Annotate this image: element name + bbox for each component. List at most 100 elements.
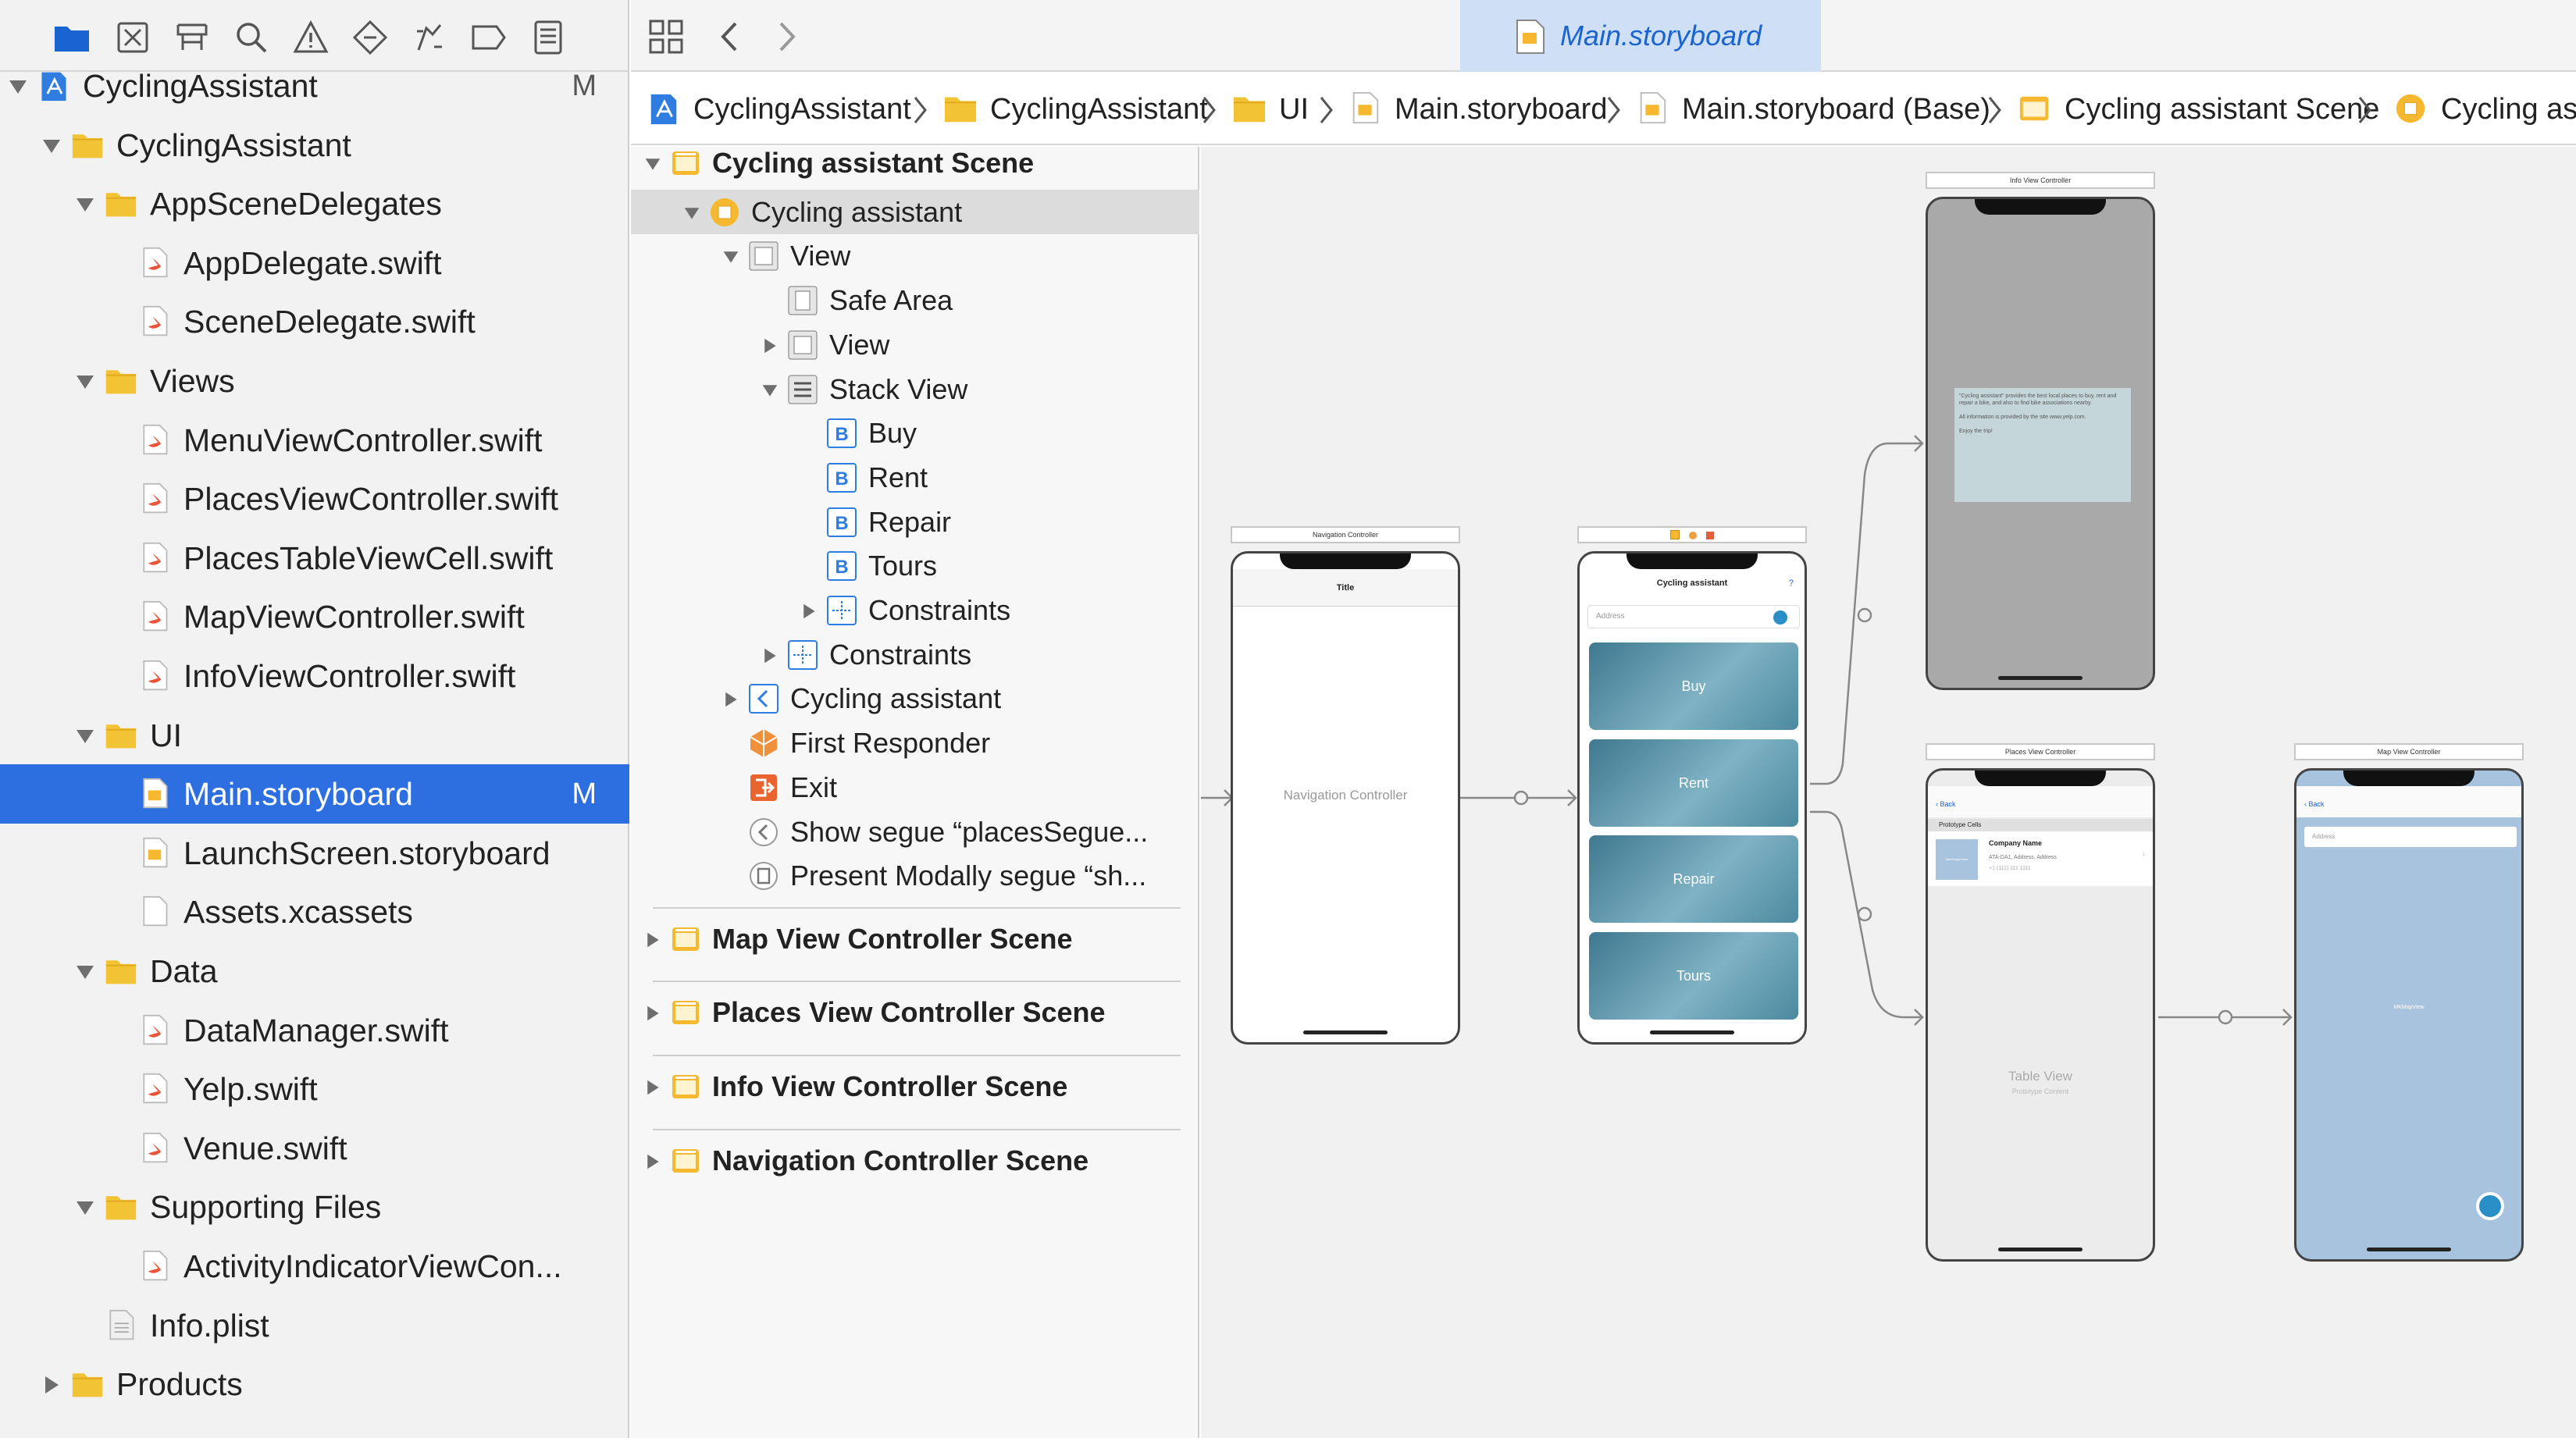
- outline-row[interactable]: Constraints: [631, 632, 1199, 677]
- breadcrumb-chevron-icon: [2358, 97, 2371, 123]
- repair-button[interactable]: Repair: [1589, 835, 1798, 923]
- outline-scene-row[interactable]: Cycling assistant Scene: [631, 141, 1199, 185]
- disclosure-triangle-closed-icon[interactable]: [643, 1079, 662, 1096]
- xcode-project-icon: [650, 94, 677, 125]
- outline-row[interactable]: First Responder: [631, 721, 1199, 765]
- navigator-item[interactable]: UI: [0, 706, 629, 765]
- navigator-item-selected[interactable]: Main.storyboard M: [0, 764, 629, 824]
- map-back-button[interactable]: ‹ Back: [2304, 800, 2325, 808]
- disclosure-triangle-open-icon[interactable]: [75, 372, 95, 392]
- outline-scene-row[interactable]: Navigation Controller Scene: [631, 1138, 1199, 1183]
- places-back-button[interactable]: ‹ Back: [1936, 800, 1956, 808]
- navigator-item[interactable]: Info.plist: [0, 1296, 629, 1355]
- navigator-item[interactable]: Data: [0, 941, 629, 1001]
- help-button[interactable]: ?: [1789, 578, 1794, 588]
- folder-icon[interactable]: [53, 19, 91, 56]
- places-table-cell[interactable]: MainImageView Company Name ATA-DA1, Addr…: [1928, 831, 2153, 886]
- disclosure-triangle-open-icon[interactable]: [8, 77, 28, 97]
- outline-row[interactable]: Present Modally segue “sh...: [631, 853, 1199, 898]
- outline-row[interactable]: Cycling assistant: [631, 189, 1199, 234]
- report-icon[interactable]: [529, 19, 567, 56]
- address-field[interactable]: Address: [1587, 605, 1800, 628]
- disclosure-triangle-open-icon[interactable]: [75, 962, 95, 982]
- navigator-item[interactable]: AppSceneDelegates: [0, 174, 629, 233]
- outline-row[interactable]: Cycling assistant: [631, 676, 1199, 721]
- disclosure-triangle-open-icon[interactable]: [41, 136, 62, 156]
- disclosure-triangle-closed-icon[interactable]: [761, 337, 779, 354]
- disclosure-triangle-open-icon[interactable]: [682, 205, 701, 222]
- navigator-item[interactable]: Venue.swift: [0, 1119, 629, 1178]
- navigator-item[interactable]: Products: [0, 1354, 629, 1414]
- places-view-controller-frame[interactable]: ‹ Back Prototype Cells MainImageView Com…: [1926, 768, 2155, 1262]
- navigator-item[interactable]: MenuViewController.swift: [0, 411, 629, 470]
- info-view-controller-frame[interactable]: "Cycling assistant" provides the best lo…: [1926, 197, 2155, 690]
- outline-row[interactable]: B Tours: [631, 543, 1199, 588]
- disclosure-triangle-open-icon[interactable]: [761, 382, 779, 399]
- navigation-controller-frame[interactable]: Title Navigation Controller: [1231, 551, 1460, 1045]
- navigator-item-label: Venue.swift: [183, 1130, 347, 1166]
- outline-row[interactable]: B Repair: [631, 500, 1199, 544]
- storyboard-file-icon: [1516, 20, 1545, 54]
- storyboard-canvas[interactable]: Navigation Controller Title Navigation C…: [1201, 147, 2576, 1438]
- related-items-icon[interactable]: [648, 19, 684, 55]
- test-icon[interactable]: [351, 19, 389, 56]
- outline-row[interactable]: View: [631, 322, 1199, 367]
- disclosure-triangle-closed-icon[interactable]: [643, 931, 662, 949]
- buy-button[interactable]: Buy: [1589, 642, 1798, 730]
- outline-row[interactable]: Show segue “placesSegue...: [631, 810, 1199, 854]
- disclosure-triangle-open-icon[interactable]: [75, 1198, 95, 1218]
- map-view-controller-frame[interactable]: ‹ Back Address MKMapView: [2294, 768, 2524, 1262]
- menu-view-controller-frame[interactable]: Cycling assistant ? Address Buy Rent Rep…: [1577, 551, 1807, 1045]
- disclosure-triangle-closed-icon[interactable]: [800, 603, 818, 620]
- outline-scene-row[interactable]: Map View Controller Scene: [631, 917, 1199, 961]
- forward-arrow-icon[interactable]: [768, 19, 804, 55]
- disclosure-triangle-open-icon[interactable]: [75, 726, 95, 746]
- search-icon[interactable]: [233, 19, 270, 56]
- locate-button[interactable]: [2476, 1192, 2504, 1220]
- navigator-item[interactable]: InfoViewController.swift: [0, 646, 629, 706]
- navigator-item[interactable]: AppDelegate.swift: [0, 233, 629, 293]
- debug-icon[interactable]: [411, 19, 448, 56]
- disclosure-triangle-closed-icon[interactable]: [721, 691, 740, 708]
- outline-row[interactable]: View: [631, 233, 1199, 278]
- disclosure-triangle-open-icon[interactable]: [643, 155, 662, 173]
- warning-icon[interactable]: [292, 19, 330, 56]
- navigator-item[interactable]: LaunchScreen.storyboard: [0, 824, 629, 883]
- navigator-item[interactable]: PlacesTableViewCell.swift: [0, 529, 629, 588]
- disclosure-triangle-open-icon[interactable]: [75, 194, 95, 215]
- disclosure-triangle-closed-icon[interactable]: [643, 1153, 662, 1170]
- rent-button[interactable]: Rent: [1589, 739, 1798, 827]
- location-pin-icon[interactable]: [1773, 610, 1787, 625]
- outline-row[interactable]: Exit: [631, 765, 1199, 810]
- disclosure-triangle-closed-icon[interactable]: [41, 1375, 62, 1395]
- back-arrow-icon[interactable]: [712, 19, 748, 55]
- outline-row[interactable]: Safe Area: [631, 278, 1199, 322]
- outline-row[interactable]: Stack View: [631, 367, 1199, 411]
- disclosure-triangle-closed-icon[interactable]: [643, 1005, 662, 1022]
- navigator-item[interactable]: CyclingAssistant: [0, 116, 629, 175]
- navigator-item[interactable]: CyclingAssistant M: [0, 56, 629, 116]
- navigator-item[interactable]: Views: [0, 351, 629, 411]
- navigator-item[interactable]: Assets.xcassets: [0, 882, 629, 941]
- tab-main-storyboard[interactable]: Main.storyboard: [1460, 0, 1821, 72]
- navigator-item[interactable]: DataManager.swift: [0, 1001, 629, 1060]
- navigator-item[interactable]: PlacesViewController.swift: [0, 469, 629, 529]
- breakpoint-icon[interactable]: [470, 19, 508, 56]
- outline-row[interactable]: B Buy: [631, 411, 1199, 455]
- navigator-item[interactable]: ActivityIndicatorViewCon...: [0, 1237, 629, 1296]
- scene-icon: [672, 151, 699, 175]
- symbol-icon[interactable]: [173, 19, 211, 56]
- navigator-item[interactable]: Yelp.swift: [0, 1059, 629, 1119]
- navigator-item[interactable]: SceneDelegate.swift: [0, 292, 629, 351]
- disclosure-triangle-open-icon[interactable]: [721, 248, 740, 265]
- outline-row[interactable]: Constraints: [631, 588, 1199, 632]
- navigator-item[interactable]: MapViewController.swift: [0, 587, 629, 646]
- source-control-icon[interactable]: [114, 19, 151, 56]
- map-address-field[interactable]: Address: [2304, 827, 2517, 847]
- disclosure-triangle-closed-icon[interactable]: [761, 647, 779, 664]
- outline-row[interactable]: B Rent: [631, 455, 1199, 500]
- outline-scene-row[interactable]: Info View Controller Scene: [631, 1064, 1199, 1109]
- outline-scene-row[interactable]: Places View Controller Scene: [631, 990, 1199, 1034]
- tours-button[interactable]: Tours: [1589, 932, 1798, 1020]
- navigator-item[interactable]: Supporting Files: [0, 1177, 629, 1237]
